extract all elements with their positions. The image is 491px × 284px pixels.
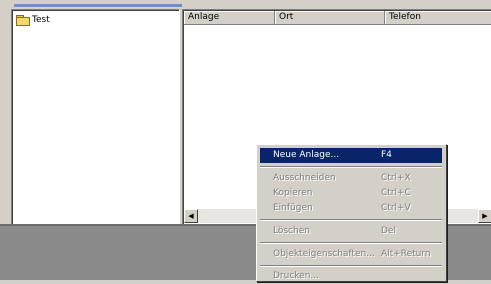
arrow-right-icon: ▶ bbox=[482, 211, 488, 220]
column-header-telefon[interactable]: Telefon bbox=[385, 11, 491, 25]
menu-item-shortcut: Alt+Return bbox=[381, 249, 431, 259]
tree-pane[interactable]: Test bbox=[11, 9, 180, 226]
menu-item-label: Einfügen bbox=[273, 203, 313, 213]
tree-item-test[interactable]: Test bbox=[16, 14, 50, 26]
menu-separator bbox=[260, 166, 442, 168]
context-menu: Neue Anlage... F4 Ausschneiden Ctrl+X Ko… bbox=[256, 144, 447, 282]
menu-item-shortcut: F4 bbox=[381, 150, 392, 160]
arrow-left-icon: ◀ bbox=[188, 211, 194, 220]
menu-item-kopieren[interactable]: Kopieren Ctrl+C bbox=[260, 186, 442, 201]
menu-item-objekteigenschaften[interactable]: Objekteigenschaften... Alt+Return bbox=[260, 247, 442, 262]
menu-separator bbox=[260, 265, 442, 267]
menu-item-label: Ausschneiden bbox=[273, 173, 336, 183]
menu-item-label: Kopieren bbox=[273, 188, 313, 198]
folder-icon bbox=[16, 15, 30, 26]
menu-item-shortcut: Ctrl+V bbox=[381, 203, 411, 213]
menu-item-neue-anlage[interactable]: Neue Anlage... F4 bbox=[260, 148, 442, 163]
menu-item-drucken[interactable]: Drucken... bbox=[260, 269, 442, 284]
scroll-right-button[interactable]: ▶ bbox=[478, 209, 491, 223]
menu-item-label: Objekteigenschaften... bbox=[273, 249, 375, 259]
column-header-ort[interactable]: Ort bbox=[275, 11, 385, 25]
menu-item-loeschen[interactable]: Löschen Del bbox=[260, 224, 442, 239]
menu-item-einfuegen[interactable]: Einfügen Ctrl+V bbox=[260, 201, 442, 216]
tree-item-label: Test bbox=[32, 15, 50, 25]
menu-item-ausschneiden[interactable]: Ausschneiden Ctrl+X bbox=[260, 171, 442, 186]
scroll-left-button[interactable]: ◀ bbox=[184, 209, 198, 223]
title-accent-bar bbox=[14, 4, 182, 7]
menu-item-label: Drucken... bbox=[273, 271, 319, 281]
menu-item-label: Löschen bbox=[273, 226, 310, 236]
menu-item-label: Neue Anlage... bbox=[273, 150, 340, 160]
column-header-anlage[interactable]: Anlage bbox=[184, 11, 275, 25]
menu-separator bbox=[260, 242, 442, 244]
menu-item-shortcut: Del bbox=[381, 226, 396, 236]
top-strip bbox=[0, 0, 491, 9]
menu-item-shortcut: Ctrl+C bbox=[381, 188, 411, 198]
menu-item-shortcut: Ctrl+X bbox=[381, 173, 411, 183]
menu-separator bbox=[260, 219, 442, 221]
